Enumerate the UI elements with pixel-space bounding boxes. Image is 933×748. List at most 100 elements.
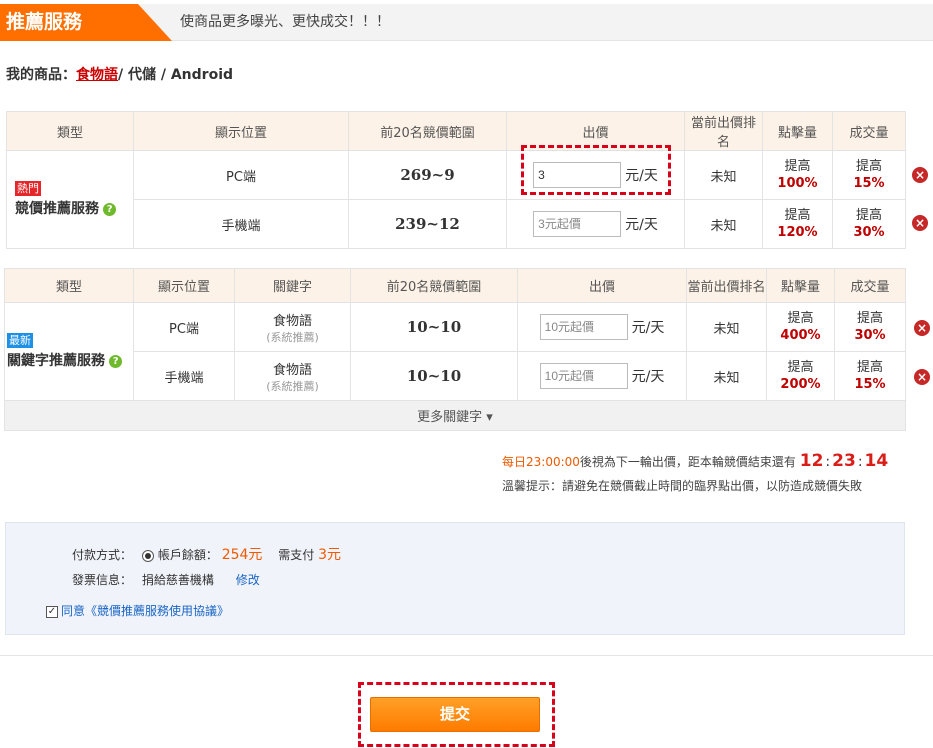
help-icon[interactable]: ?: [109, 355, 123, 368]
clicks-label: 提高: [787, 360, 814, 375]
bid-input[interactable]: [539, 363, 628, 389]
clicks-pct: 120%: [777, 225, 818, 240]
col-rank: 當前出價排名: [686, 268, 767, 303]
rank-cell: 未知: [684, 150, 763, 200]
col-deals: 成交量: [832, 111, 906, 151]
range-cell: 10~10: [350, 302, 518, 352]
unit-label: 元/天: [631, 320, 665, 336]
deals-pct: 15%: [853, 176, 885, 191]
keyword-cell: 食物語 (系統推薦): [234, 302, 351, 352]
deals-cell: 提高 30%: [834, 302, 906, 352]
page-title: 推薦服務: [0, 4, 172, 41]
help-icon[interactable]: ?: [103, 203, 117, 216]
more-keywords-button[interactable]: 更多關鍵字 ▾: [4, 400, 906, 431]
keyword-cell: 食物語 (系統推薦): [234, 351, 351, 401]
bid-input[interactable]: [539, 314, 628, 340]
rank-cell: 未知: [686, 351, 767, 401]
table-row: 熱門 競價推薦服務 ? PC端 269~9 元/天 未知 提高 100% 提高 15…: [6, 150, 906, 249]
unit-label: 元/天: [625, 217, 658, 233]
countdown-text: 後視為下一輪出價，距本輪競價結束還有: [579, 455, 796, 469]
payment-method-row: 付款方式： 帳戶餘額： 254元 需支付 3元: [72, 544, 341, 564]
product-path: / 代儲 / Android: [118, 67, 234, 83]
need-pay-label: 需支付: [278, 548, 315, 562]
clicks-pct: 100%: [777, 176, 818, 191]
balance-label: 帳戶餘額：: [157, 548, 218, 562]
col-range: 前20名競價範圍: [348, 111, 507, 151]
deals-pct: 30%: [853, 225, 885, 240]
col-range: 前20名競價範圍: [350, 268, 518, 303]
product-category-link[interactable]: 食物語: [76, 67, 118, 83]
agreement-row: ✓ 同意《競價推薦服務使用協議》: [46, 602, 229, 619]
clicks-pct: 400%: [780, 328, 821, 343]
range-cell: 269~9: [348, 150, 507, 200]
bid-input[interactable]: [533, 211, 622, 237]
col-rank: 當前出價排名: [684, 111, 763, 151]
delete-row-icon[interactable]: ×: [912, 167, 928, 183]
invoice-row: 發票信息： 捐給慈善機構 修改: [72, 571, 260, 588]
keyword-text: 食物語: [272, 362, 312, 378]
bid-cell: 元/天: [517, 302, 687, 352]
countdown-separator: :: [857, 454, 863, 470]
bid-highlight: [521, 145, 671, 195]
type-cell: 最新 關鍵字推薦服務 ?: [4, 302, 134, 401]
clicks-label: 提高: [784, 159, 811, 174]
deals-pct: 15%: [854, 377, 886, 392]
bid-cell: 元/天: [506, 199, 685, 249]
agreement-link[interactable]: 同意《競價推薦服務使用協議》: [61, 604, 229, 618]
col-type: 類型: [4, 268, 134, 303]
deals-label: 提高: [855, 159, 882, 174]
invoice-modify-link[interactable]: 修改: [236, 573, 260, 587]
deals-cell: 提高 15%: [834, 351, 906, 401]
table-row: 最新 關鍵字推薦服務 ? PC端 食物語(系統推薦) 10~10 元/天 未知 …: [4, 302, 906, 401]
type-name: 競價推薦服務: [15, 201, 99, 217]
delete-row-icon[interactable]: ×: [914, 320, 930, 336]
range-cell: 239~12: [348, 199, 507, 249]
position-cell: 手機端: [133, 199, 349, 249]
bid-cell: 元/天: [517, 351, 687, 401]
deals-label: 提高: [855, 208, 882, 223]
keyword-note: (系統推薦): [266, 379, 319, 393]
keyword-text: 食物語: [272, 313, 312, 329]
balance-value: 254元: [221, 547, 263, 563]
deals-cell: 提高 15%: [832, 150, 906, 200]
clicks-pct: 200%: [780, 377, 821, 392]
col-clicks: 點擊量: [766, 268, 835, 303]
countdown-line: 每日23:00:00後視為下一輪出價，距本輪競價結束還有 12:23:14: [502, 451, 888, 471]
rank-cell: 未知: [684, 199, 763, 249]
countdown-separator: :: [825, 454, 831, 470]
hot-badge: 熱門: [15, 181, 41, 196]
countdown-tip: 溫馨提示：請避免在競價截止時間的臨界點出價，以防造成競價失敗: [502, 479, 863, 493]
need-pay-value: 3元: [318, 547, 342, 563]
payment-panel: 付款方式： 帳戶餘額： 254元 需支付 3元 發票信息： 捐給慈善機構 修改 …: [5, 522, 905, 635]
deals-cell: 提高 30%: [832, 199, 906, 249]
bidding-table: 類型 顯示位置 前20名競價範圍 出價 當前出價排名 點擊量 成交量 熱門 競價…: [6, 111, 906, 249]
delete-row-icon[interactable]: ×: [914, 369, 930, 385]
countdown-hours: 12: [799, 451, 824, 471]
service-header: 推薦服務 使商品更多曝光、更快成交！！！: [0, 4, 933, 41]
keyword-note: (系統推薦): [266, 330, 319, 344]
deals-label: 提高: [856, 311, 883, 326]
clicks-cell: 提高 400%: [766, 302, 835, 352]
balance-radio[interactable]: [141, 549, 154, 562]
unit-label: 元/天: [631, 369, 665, 385]
agree-checkbox[interactable]: ✓: [46, 605, 58, 618]
countdown-time-prefix: 每日23:00:00: [502, 455, 580, 469]
clicks-label: 提高: [784, 208, 811, 223]
col-type: 類型: [6, 111, 134, 151]
position-cell: PC端: [133, 150, 349, 200]
deals-label: 提高: [856, 360, 883, 375]
type-name: 關鍵字推薦服務: [7, 353, 105, 369]
col-deals: 成交量: [834, 268, 906, 303]
table-row: 手機端 食物語(系統推薦) 10~10 元/天 未知 提高 200% 提高 15%: [5, 351, 906, 401]
divider: [0, 655, 933, 656]
clicks-label: 提高: [787, 311, 814, 326]
page-subtitle: 使商品更多曝光、更快成交！！！: [180, 14, 390, 30]
clicks-cell: 提高 100%: [762, 150, 833, 200]
keyword-table: 類型 顯示位置 關鍵字 前20名競價範圍 出價 當前出價排名 點擊量 成交量 最…: [4, 268, 906, 431]
rank-cell: 未知: [686, 302, 767, 352]
delete-row-icon[interactable]: ×: [912, 215, 928, 231]
submit-button[interactable]: 提交: [370, 697, 540, 732]
clicks-cell: 提高 120%: [762, 199, 833, 249]
table-row: 手機端 239~12 元/天 未知 提高 120% 提高 30%: [7, 199, 906, 249]
position-cell: 手機端: [133, 351, 235, 401]
